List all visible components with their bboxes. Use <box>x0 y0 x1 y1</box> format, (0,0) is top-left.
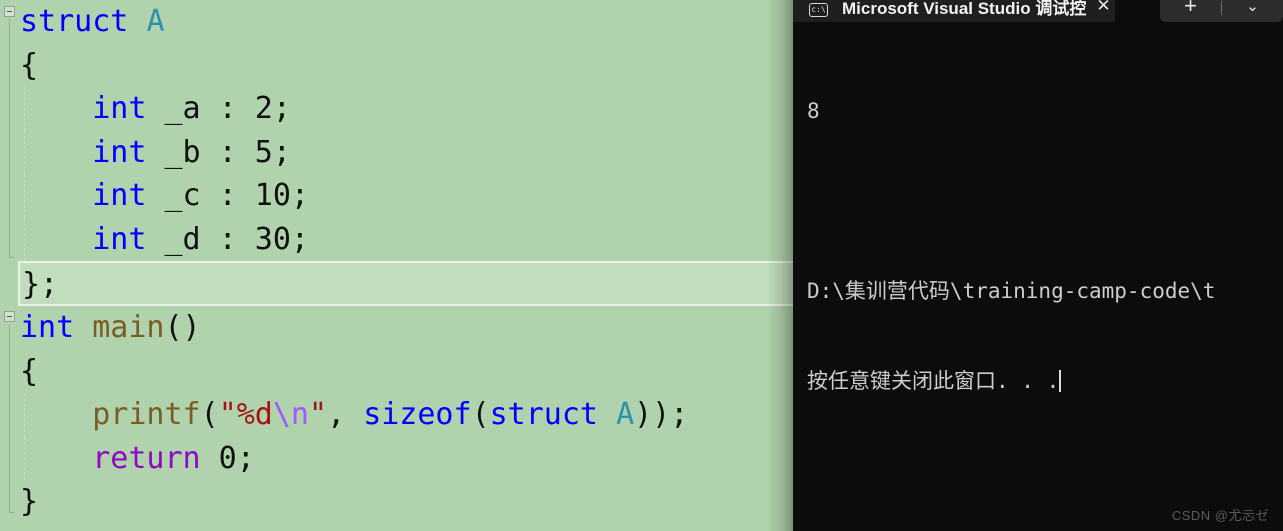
code-token: int <box>20 310 75 345</box>
code-token: sizeof <box>363 397 472 432</box>
csdn-watermark: CSDN @尤忈ゼ <box>1171 508 1269 523</box>
code-token: return <box>92 440 201 476</box>
code-token: }; <box>22 267 59 302</box>
code-token: int <box>92 178 147 213</box>
code-token: _d : 30; <box>146 221 309 257</box>
code-token: int <box>92 91 147 126</box>
code-token: struct <box>489 397 598 432</box>
code-line[interactable]: struct A <box>0 0 793 44</box>
tab-strip-edge <box>793 0 803 22</box>
code-token: struct <box>20 4 129 39</box>
code-token: A <box>616 397 635 432</box>
code-token: )); <box>634 397 689 432</box>
code-token: ( <box>200 397 219 432</box>
tab-controls-group[interactable]: + ⌄ <box>1160 0 1283 22</box>
code-token: \n <box>272 397 309 432</box>
code-line[interactable]: { <box>0 44 793 88</box>
screenshot-root: struct A{ int _a : 2; int _b : 5; int _c… <box>0 0 1283 531</box>
code-line[interactable]: { <box>0 350 793 394</box>
code-editor-pane[interactable]: struct A{ int _a : 2; int _b : 5; int _c… <box>0 0 793 531</box>
code-line[interactable]: int _a : 2; <box>0 87 793 131</box>
indent-guide <box>24 87 25 131</box>
code-line[interactable]: printf("%d\n", sizeof(struct A)); <box>0 393 793 437</box>
code-token: _a : 2; <box>146 91 291 126</box>
code-token: "%d <box>218 397 273 432</box>
console-tab-bar[interactable]: c:\ Microsoft Visual Studio 调试控 ✕ + ⌄ <box>793 0 1283 22</box>
code-token: " <box>309 397 328 432</box>
console-prompt-line: 按任意键关闭此窗口. . . <box>807 366 1283 396</box>
code-token: int <box>92 134 147 170</box>
code-token: printf <box>92 397 201 432</box>
code-token: _b : 5; <box>146 134 291 170</box>
code-token: () <box>164 310 201 345</box>
code-line[interactable]: int _c : 10; <box>0 174 793 218</box>
console-prompt-text: 按任意键关闭此窗口. . . <box>807 369 1060 393</box>
code-line[interactable]: int _b : 5; <box>0 130 793 174</box>
code-token: ( <box>471 397 490 432</box>
indent-guide <box>24 217 25 261</box>
console-tab-title: Microsoft Visual Studio 调试控 <box>842 0 1087 18</box>
indent-guide <box>24 436 25 480</box>
code-token: } <box>20 484 39 519</box>
code-line[interactable]: int _d : 30; <box>0 217 793 261</box>
console-cmd-icon: c:\ <box>809 3 828 17</box>
code-line[interactable]: return 0; <box>0 436 793 480</box>
indent-guide <box>24 174 25 218</box>
console-program-output: 8 <box>807 99 820 123</box>
code-token: { <box>20 353 39 389</box>
code-token: 0; <box>200 440 255 476</box>
chevron-down-icon[interactable]: ⌄ <box>1222 0 1283 14</box>
new-tab-plus-icon[interactable]: + <box>1160 0 1221 17</box>
code-token: { <box>20 47 39 83</box>
text-cursor-caret <box>1059 370 1062 392</box>
console-window[interactable]: c:\ Microsoft Visual Studio 调试控 ✕ + ⌄ 8 … <box>793 0 1283 531</box>
code-token: main <box>92 310 165 345</box>
close-icon[interactable]: ✕ <box>1096 0 1110 16</box>
code-token: A <box>146 4 165 39</box>
indent-guide <box>24 393 25 437</box>
console-active-tab[interactable]: c:\ Microsoft Visual Studio 调试控 ✕ <box>803 0 1115 22</box>
code-token: _c : 10; <box>146 178 309 213</box>
code-line[interactable]: } <box>0 480 793 524</box>
console-output-area[interactable]: 8 D:\集训营代码\training-camp-code\t 按任意键关闭此窗… <box>793 22 1283 531</box>
code-token: , <box>327 397 364 432</box>
code-text-area[interactable]: struct A{ int _a : 2; int _b : 5; int _c… <box>0 0 793 524</box>
code-token: int <box>92 221 147 257</box>
code-line[interactable]: int main() <box>0 306 793 350</box>
code-line[interactable]: }; <box>18 261 793 306</box>
indent-guide <box>24 130 25 174</box>
console-path-line: D:\集训营代码\training-camp-code\t <box>807 279 1216 303</box>
